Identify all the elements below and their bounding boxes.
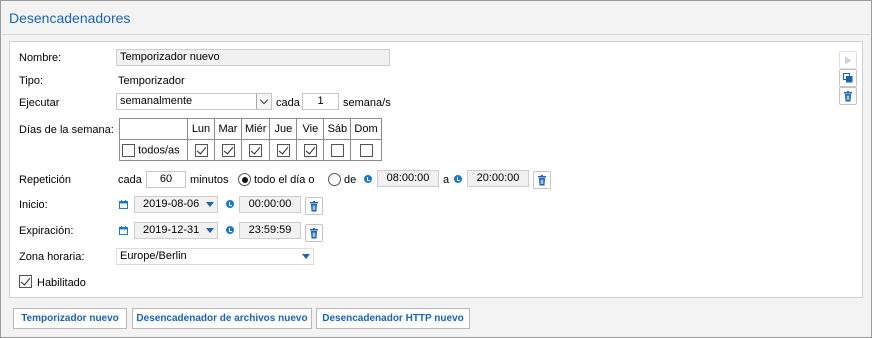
chevron-down-icon[interactable] <box>202 197 217 212</box>
new-timer-button[interactable]: Temporizador nuevo <box>13 308 127 329</box>
triggers-window: Desencadenadores Nombre: Temporizador nu… <box>0 0 872 338</box>
day-checkbox-vie[interactable] <box>303 143 317 157</box>
habilitado-label: Habilitado <box>37 277 86 289</box>
day-header: Mar <box>214 118 242 140</box>
day-checkbox-lun[interactable] <box>194 143 208 157</box>
ejecutar-cada-label: cada <box>276 97 300 109</box>
todo-el-dia-label: todo el día o <box>254 174 315 186</box>
calendar-icon <box>119 226 128 238</box>
intervalo-unit: semana/s <box>343 97 391 109</box>
ejecutar-label: Ejecutar <box>19 97 60 109</box>
inicio-time-input[interactable]: 00:00:00 <box>239 196 301 213</box>
play-icon[interactable] <box>839 51 857 69</box>
tipo-label: Tipo: <box>19 75 44 87</box>
calendar-icon <box>119 200 128 212</box>
a-label: a <box>443 174 450 186</box>
day-header: Vie <box>296 118 325 140</box>
nombre-label: Nombre: <box>19 52 62 64</box>
intervalo-input[interactable]: 1 <box>302 93 339 110</box>
new-http-trigger-button[interactable]: Desencadenador HTTP nuevo <box>316 308 470 329</box>
clock-icon <box>454 175 462 183</box>
day-header: Miér <box>240 118 271 140</box>
new-file-trigger-button[interactable]: Desencadenador de archivos nuevo <box>132 308 312 329</box>
inicio-label: Inicio: <box>19 199 48 211</box>
habilitado-checkbox[interactable] <box>19 275 32 288</box>
trash-icon[interactable] <box>305 197 323 215</box>
zona-selected: Europe/Berlin <box>120 250 187 262</box>
inicio-date-input[interactable]: 2019-08-06 <box>134 196 218 213</box>
clock-icon <box>364 175 372 183</box>
all-days-checkbox[interactable] <box>122 143 135 157</box>
duplicate-icon[interactable] <box>839 69 857 87</box>
repeticion-label: Repetición <box>19 174 71 186</box>
trash-icon[interactable] <box>533 171 551 189</box>
day-checkbox-jue[interactable] <box>276 143 290 157</box>
rango-radio[interactable] <box>328 173 341 186</box>
expiracion-time-input[interactable]: 23:59:59 <box>239 222 301 239</box>
desde-time-input[interactable]: 08:00:00 <box>377 170 439 187</box>
frecuencia-selected: semanalmente <box>120 95 193 107</box>
minutos-label: minutos <box>190 174 229 186</box>
chevron-down-icon[interactable] <box>298 249 313 264</box>
trash-icon[interactable] <box>839 87 857 105</box>
all-days-label: todos/as <box>138 143 180 156</box>
expiracion-label: Expiración: <box>19 225 74 237</box>
todo-el-dia-radio[interactable] <box>238 173 251 186</box>
title-divider <box>2 34 870 35</box>
frecuencia-select[interactable]: semanalmente <box>116 93 272 110</box>
day-header: Dom <box>350 118 382 140</box>
repeticion-cada-label: cada <box>118 174 142 186</box>
day-checkbox-dom[interactable] <box>359 143 373 157</box>
section-title: Desencadenadores <box>9 10 131 26</box>
trigger-panel: Nombre: Temporizador nuevo Tipo: Tempori… <box>9 41 863 298</box>
tipo-value: Temporizador <box>118 75 185 87</box>
chevron-down-icon[interactable] <box>256 94 271 109</box>
chevron-down-icon[interactable] <box>202 223 217 238</box>
inicio-date-value: 2019-08-06 <box>143 198 200 210</box>
day-header: Lun <box>187 118 215 140</box>
days-table: Lun Mar Miér Jue Vie Sáb Dom todos/as <box>119 118 382 161</box>
day-checkbox-mie[interactable] <box>249 143 263 157</box>
repeticion-input[interactable]: 60 <box>146 171 186 188</box>
clock-icon <box>226 200 234 208</box>
day-header: Sáb <box>323 118 352 140</box>
de-label: de <box>344 174 357 186</box>
day-header: Jue <box>269 118 298 140</box>
hasta-time-input[interactable]: 20:00:00 <box>467 170 529 187</box>
day-checkbox-mar[interactable] <box>221 143 235 157</box>
clock-icon <box>226 226 234 234</box>
nombre-input[interactable]: Temporizador nuevo <box>116 49 390 66</box>
day-checkbox-sab[interactable] <box>330 143 344 157</box>
zona-select[interactable]: Europe/Berlin <box>116 248 314 265</box>
expiracion-date-value: 2019-12-31 <box>143 224 200 236</box>
dias-label: Días de la semana: <box>19 124 114 136</box>
zona-label: Zona horaria: <box>19 251 85 263</box>
all-days-cell: todos/as <box>119 139 188 161</box>
trash-icon[interactable] <box>305 224 323 242</box>
expiracion-date-input[interactable]: 2019-12-31 <box>134 222 218 239</box>
